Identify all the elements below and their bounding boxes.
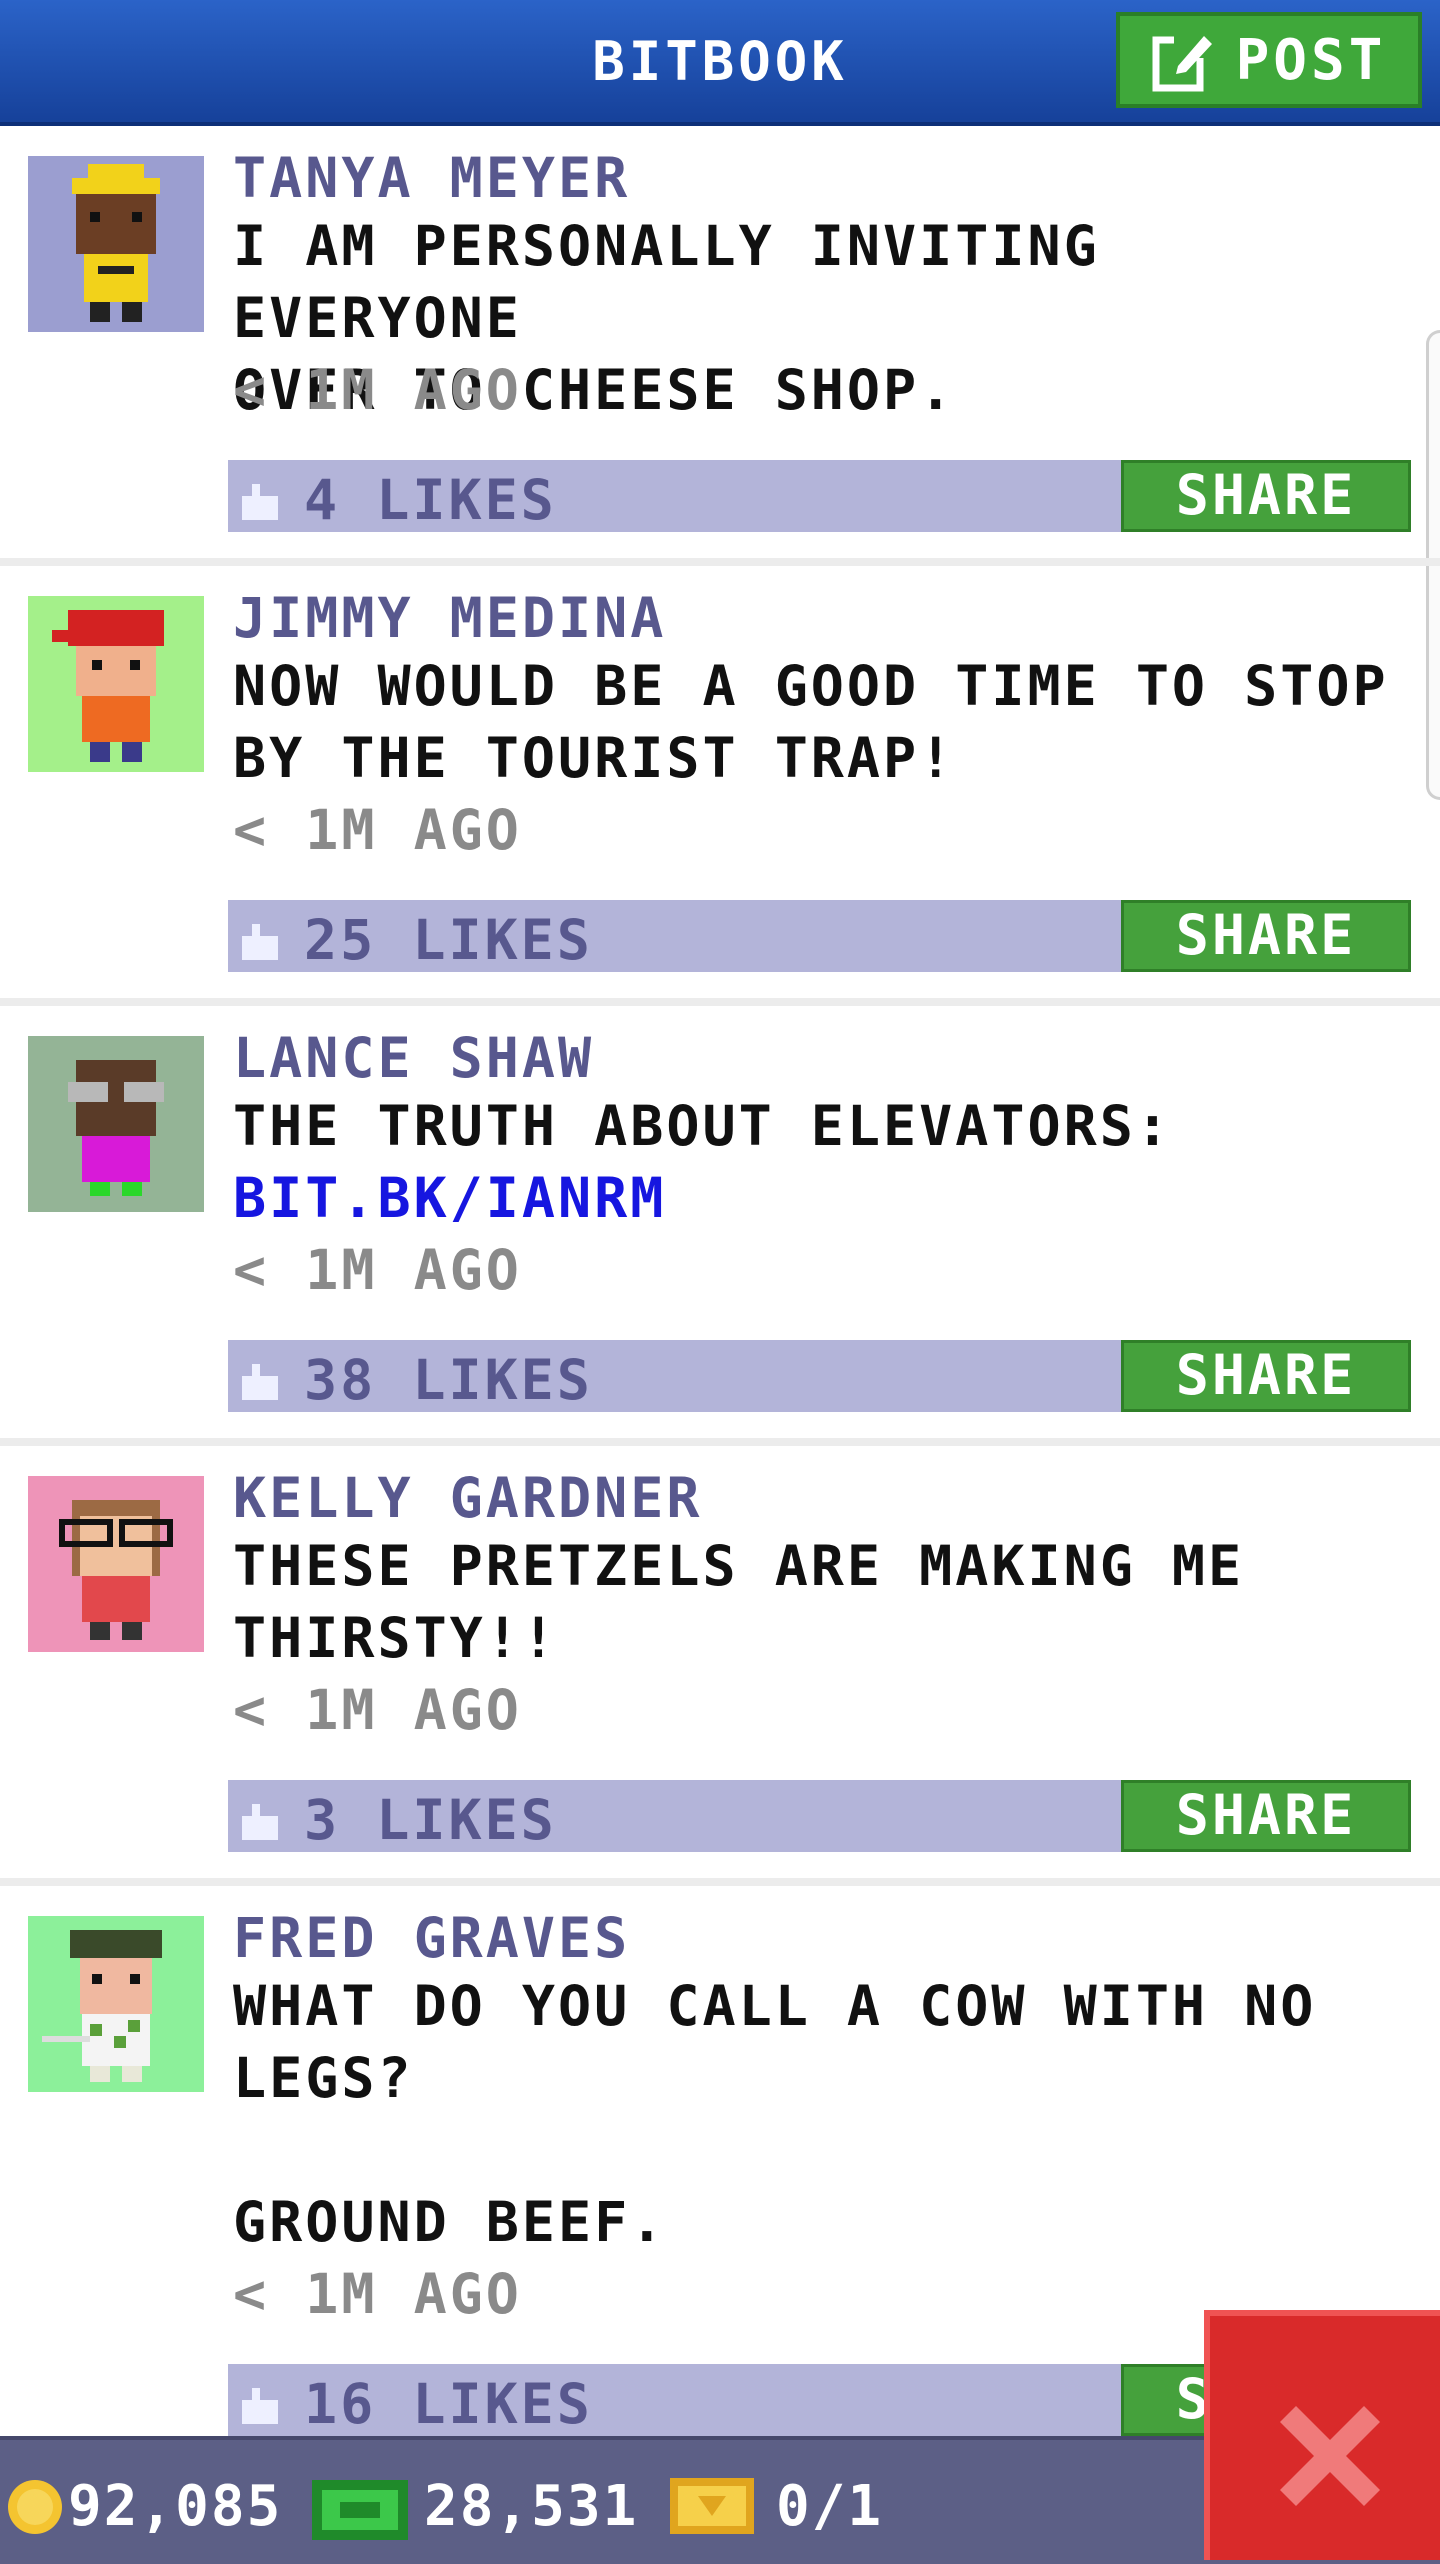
share-button[interactable]: SHARE <box>1121 460 1411 532</box>
post-author[interactable]: TANYA MEYER <box>233 146 630 210</box>
post-button-label: POST <box>1235 27 1387 93</box>
post-time: < 1M AGO <box>233 358 522 422</box>
thumbs-up-icon <box>242 1804 278 1840</box>
likes-bar: 38 LIKES SHARE <box>228 1340 1411 1412</box>
thumbs-up-icon <box>242 924 278 960</box>
avatar[interactable] <box>28 1476 204 1652</box>
likes-count[interactable]: 3 LIKES <box>304 1788 557 1852</box>
avatar[interactable] <box>28 596 204 772</box>
post-author[interactable]: LANCE SHAW <box>233 1026 594 1090</box>
feed-post: TANYA MEYER I AM PERSONALLY INVITING EVE… <box>0 126 1440 566</box>
character-avatar-icon <box>68 1060 164 1196</box>
post-time: < 1M AGO <box>233 1678 522 1742</box>
likes-count[interactable]: 38 LIKES <box>304 1348 593 1412</box>
app-header: BITBOOK POST <box>0 0 1440 126</box>
avatar[interactable] <box>28 1916 204 2092</box>
post-message-text: THE TRUTH ABOUT ELEVATORS: <box>233 1094 1172 1158</box>
thumbs-up-icon <box>242 1364 278 1400</box>
post-button[interactable]: POST <box>1116 12 1422 108</box>
avatar[interactable] <box>28 156 204 332</box>
tickets-count: 0/1 <box>776 2474 884 2539</box>
likes-bar: 4 LIKES SHARE <box>228 460 1411 532</box>
coins-count: 92,085 <box>68 2474 283 2539</box>
close-button[interactable] <box>1204 2310 1440 2560</box>
likes-count[interactable]: 16 LIKES <box>304 2372 593 2436</box>
post-divider <box>0 998 1440 1006</box>
post-message: NOW WOULD BE A GOOD TIME TO STOP BY THE … <box>233 654 1389 790</box>
share-button[interactable]: SHARE <box>1121 1780 1411 1852</box>
character-avatar-icon <box>59 1500 173 1640</box>
share-button[interactable]: SHARE <box>1121 900 1411 972</box>
post-divider <box>0 1878 1440 1886</box>
bux-count: 28,531 <box>424 2474 639 2539</box>
likes-bar: 25 LIKES SHARE <box>228 900 1411 972</box>
post-author[interactable]: KELLY GARDNER <box>233 1466 702 1530</box>
post-time: < 1M AGO <box>233 1238 522 1302</box>
coin-icon <box>8 2480 62 2534</box>
post-divider <box>0 558 1440 566</box>
post-divider <box>0 1438 1440 1446</box>
character-avatar-icon <box>42 1930 162 2082</box>
thumbs-up-icon <box>242 2388 278 2424</box>
post-link[interactable]: BIT.BK/IANRM <box>233 1166 666 1230</box>
post-message: WHAT DO YOU CALL A COW WITH NO LEGS? GRO… <box>233 1974 1317 2254</box>
close-icon <box>1280 2406 1380 2506</box>
compose-icon <box>1152 32 1214 92</box>
post-message: THE TRUTH ABOUT ELEVATORS: BIT.BK/IANRM <box>233 1090 1423 1234</box>
character-avatar-icon <box>52 610 164 762</box>
avatar[interactable] <box>28 1036 204 1212</box>
thumbs-up-icon <box>242 484 278 520</box>
post-time: < 1M AGO <box>233 798 522 862</box>
feed-post: LANCE SHAW THE TRUTH ABOUT ELEVATORS: BIT… <box>0 1006 1440 1446</box>
likes-count[interactable]: 4 LIKES <box>304 468 557 532</box>
ticket-icon <box>670 2478 754 2534</box>
post-time: < 1M AGO <box>233 2262 522 2326</box>
likes-count[interactable]: 25 LIKES <box>304 908 593 972</box>
feed-post: JIMMY MEDINA NOW WOULD BE A GOOD TIME TO… <box>0 566 1440 1006</box>
share-button[interactable]: SHARE <box>1121 1340 1411 1412</box>
post-author[interactable]: JIMMY MEDINA <box>233 586 666 650</box>
bux-icon <box>312 2480 408 2540</box>
likes-bar: 3 LIKES SHARE <box>228 1780 1411 1852</box>
feed-post: KELLY GARDNER THESE PRETZELS ARE MAKING … <box>0 1446 1440 1886</box>
post-author[interactable]: FRED GRAVES <box>233 1906 630 1970</box>
character-avatar-icon <box>72 164 160 322</box>
post-message: THESE PRETZELS ARE MAKING ME THIRSTY!! <box>233 1534 1245 1670</box>
